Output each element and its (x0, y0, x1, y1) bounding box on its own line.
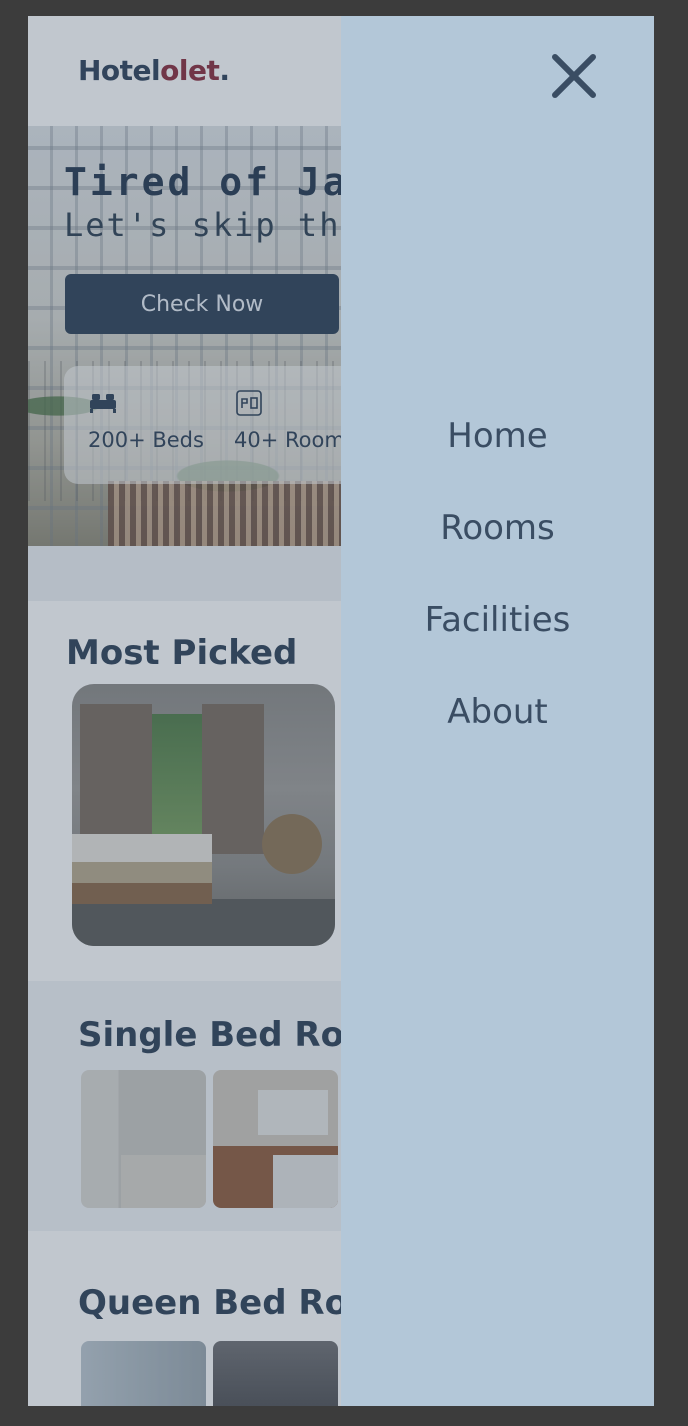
drawer-nav: Home Rooms Facilities About (341, 408, 654, 776)
close-icon (552, 54, 596, 98)
nav-item-home[interactable]: Home (341, 408, 654, 500)
nav-item-about[interactable]: About (341, 684, 654, 776)
nav-drawer: Home Rooms Facilities About (341, 16, 654, 1406)
close-drawer-button[interactable] (549, 51, 599, 101)
nav-item-facilities[interactable]: Facilities (341, 592, 654, 684)
nav-item-rooms[interactable]: Rooms (341, 500, 654, 592)
app-frame: Hotelolet. Tired of Jak Let's skip the t… (28, 16, 654, 1406)
